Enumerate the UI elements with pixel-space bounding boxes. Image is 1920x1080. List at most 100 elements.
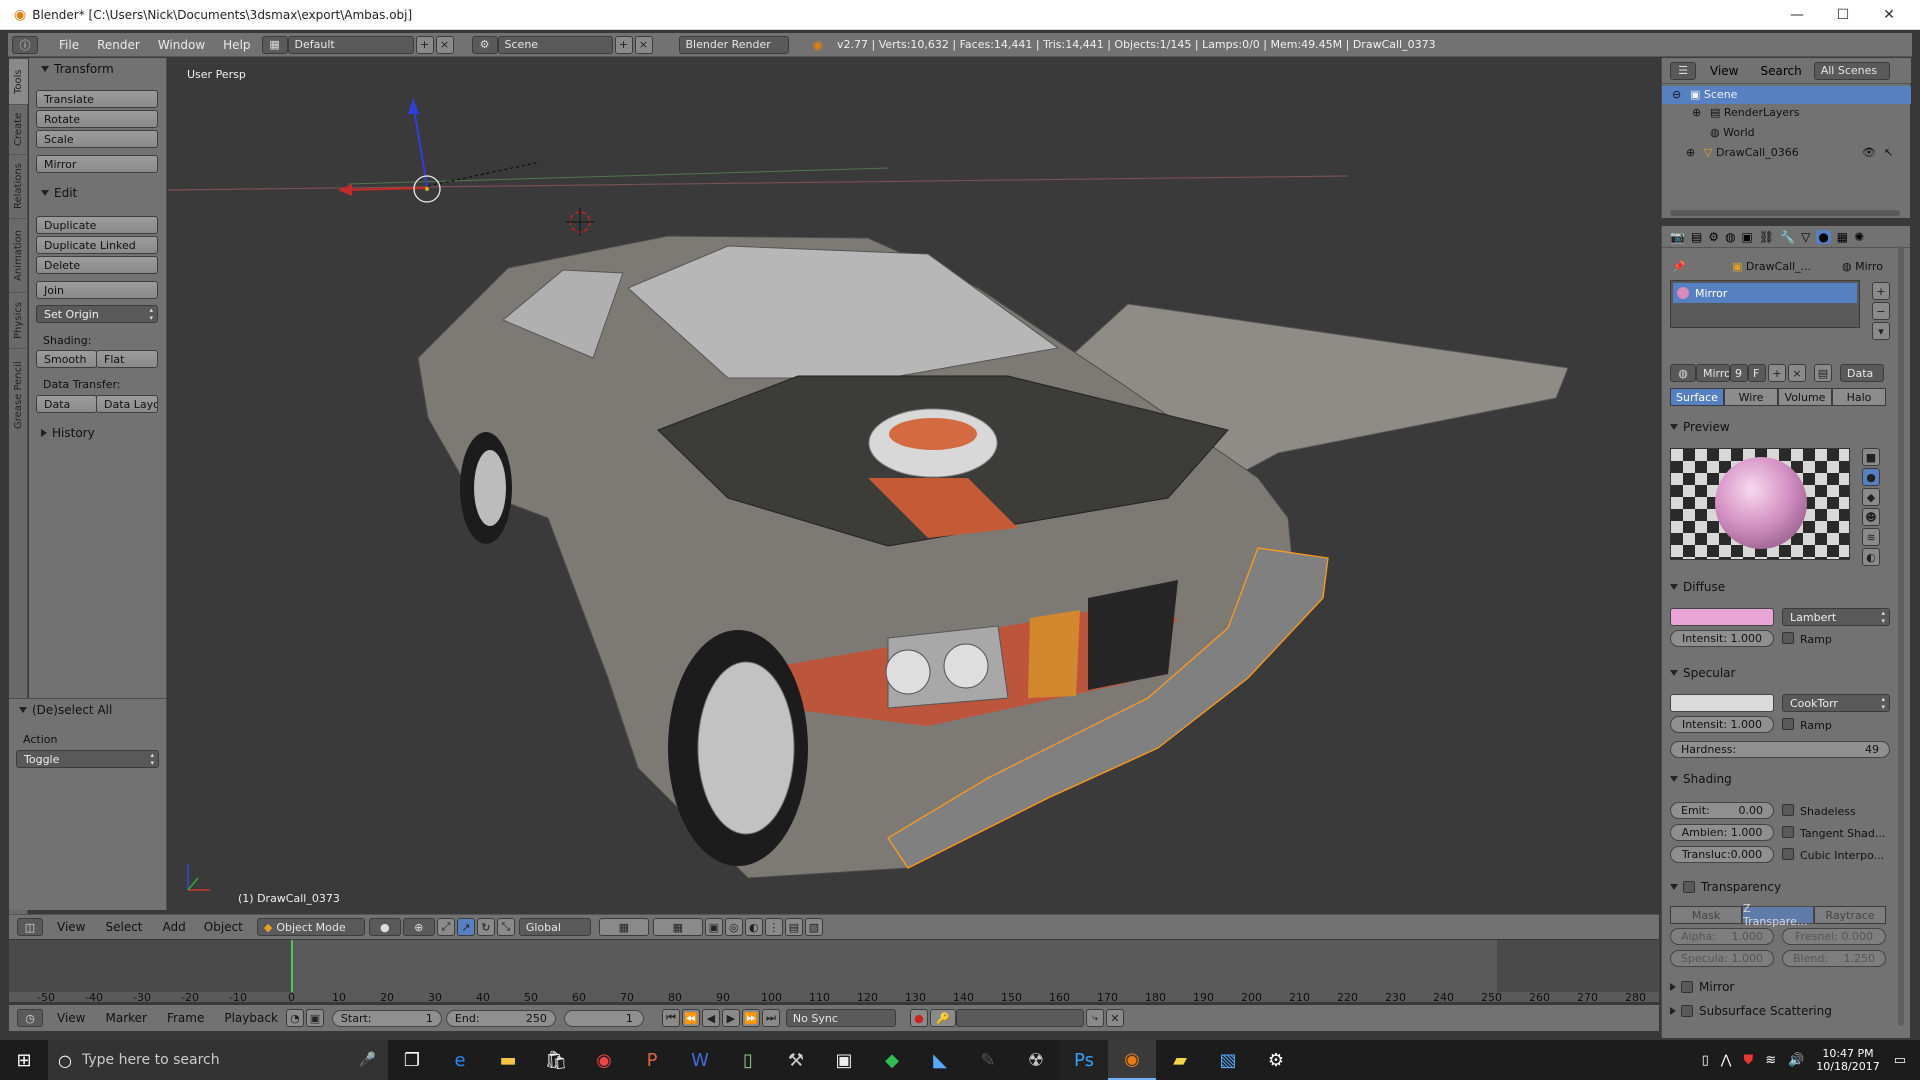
flat-button[interactable]: Flat — [96, 350, 158, 368]
wifi-icon[interactable]: ≋ — [1765, 1053, 1776, 1068]
transparency-panel-header[interactable]: Transparency — [1670, 880, 1781, 894]
settings-icon[interactable]: ⚙ — [1252, 1040, 1300, 1080]
render-tab-icon[interactable]: 📷 — [1670, 230, 1685, 244]
translucency-field[interactable]: Transluc:0.000 — [1670, 846, 1774, 863]
powerpoint-icon[interactable]: P — [628, 1040, 676, 1080]
gizmo-z[interactable] — [412, 102, 428, 187]
snap-element-icon[interactable]: ⋮ — [764, 918, 783, 936]
app-green-icon[interactable]: ◆ — [868, 1040, 916, 1080]
orientation-select[interactable]: Global — [518, 918, 591, 936]
play-reverse-icon[interactable]: ◀ — [701, 1009, 720, 1027]
tab-relations[interactable]: Relations — [9, 154, 28, 218]
rotate-button[interactable]: Rotate — [36, 110, 158, 128]
layers-tab-icon[interactable]: ▤ — [1691, 230, 1702, 244]
outliner-renderlayers[interactable]: ▤ RenderLayers — [1710, 106, 1799, 119]
layout-field[interactable]: Default — [287, 35, 414, 54]
app-3dsmax-icon[interactable]: ⚒ — [772, 1040, 820, 1080]
expand-drawcall-icon[interactable]: ⊕ — [1686, 146, 1695, 159]
edit-panel-header[interactable]: Edit — [41, 186, 77, 200]
task-view-icon[interactable]: ❐ — [388, 1040, 436, 1080]
shading-mode-icon[interactable]: ● — [368, 918, 401, 936]
jump-start-icon[interactable]: ⏮ — [661, 1009, 680, 1027]
tangent-shading-checkbox[interactable] — [1782, 826, 1794, 838]
lock-layers-icon[interactable]: ▣ — [704, 918, 723, 936]
blend-field[interactable]: Blend: 1.250 — [1782, 950, 1886, 967]
unlink-material-icon[interactable]: × — [1788, 364, 1806, 382]
trans-raytrace-button[interactable]: Raytrace — [1814, 906, 1886, 924]
material-tab-icon[interactable]: ● — [1816, 229, 1831, 244]
battery-icon[interactable]: ▯ — [1702, 1053, 1709, 1068]
preview-panel-header[interactable]: Preview — [1670, 420, 1730, 434]
trans-mask-button[interactable]: Mask — [1670, 906, 1742, 924]
properties-scrollbar[interactable] — [1898, 246, 1904, 1026]
sss-panel-header[interactable]: Subsurface Scattering — [1670, 1004, 1832, 1018]
sync-select[interactable]: No Sync — [785, 1009, 896, 1027]
chrome-icon[interactable]: ◉ — [580, 1040, 628, 1080]
camera-render-icon[interactable]: ▧ — [804, 918, 823, 936]
mic-icon[interactable]: 🎤 — [359, 1052, 376, 1068]
photoshop-icon[interactable]: Ps — [1060, 1040, 1108, 1080]
3d-view-editor-icon[interactable]: ◫ — [17, 918, 43, 936]
mirror-panel-header[interactable]: Mirror — [1670, 980, 1734, 994]
material-name-field[interactable]: Mirro — [1696, 364, 1730, 382]
render-preview-icon[interactable]: ▤ — [784, 918, 803, 936]
tab-physics[interactable]: Physics — [9, 292, 28, 348]
editor-type-icon[interactable]: ⓘ — [12, 35, 38, 54]
specular-panel-header[interactable]: Specular — [1670, 666, 1735, 680]
duplicate-button[interactable]: Duplicate — [36, 216, 158, 234]
manipulator-icon[interactable]: ⤢ — [436, 918, 455, 936]
diffuse-panel-header[interactable]: Diffuse — [1670, 580, 1725, 594]
node-icon[interactable]: ▤ — [1814, 364, 1832, 382]
tab-animation[interactable]: Animation — [9, 218, 28, 292]
app-image-icon[interactable]: ▧ — [1204, 1040, 1252, 1080]
current-frame-field[interactable]: 1 — [563, 1009, 644, 1027]
history-panel-header[interactable]: History — [41, 426, 95, 440]
smooth-button[interactable]: Smooth — [36, 350, 97, 368]
record-icon[interactable]: ● — [909, 1009, 928, 1027]
mirror-button[interactable]: Mirror — [36, 155, 158, 173]
menu-render[interactable]: Render — [88, 38, 149, 52]
preview-hair-icon[interactable]: ≋ — [1862, 528, 1880, 546]
word-icon[interactable]: W — [676, 1040, 724, 1080]
start-frame-field[interactable]: Start: 1 — [331, 1009, 442, 1027]
specular-transparency-field[interactable]: Specula: 1.000 — [1670, 950, 1774, 967]
app-notepad-icon[interactable]: ▯ — [724, 1040, 772, 1080]
layers-a-icon[interactable]: ▦ — [598, 918, 649, 936]
car-model[interactable] — [417, 235, 1569, 879]
end-frame-field[interactable]: End: 250 — [445, 1009, 556, 1027]
start-icon[interactable]: ⊞ — [0, 1040, 48, 1080]
render-engine-select[interactable]: Blender Render — [678, 35, 789, 54]
data-tab-icon[interactable]: ▽ — [1801, 230, 1810, 244]
specular-intensity-field[interactable]: Intensit: 1.000 — [1670, 716, 1774, 733]
app-blue-icon[interactable]: ◣ — [916, 1040, 964, 1080]
cursor-icon[interactable]: ↖ — [1884, 146, 1893, 159]
preview-sphere-icon[interactable]: ● — [1862, 468, 1880, 486]
preview-range-icon[interactable]: ◔ — [285, 1009, 304, 1027]
app-black-icon[interactable]: ▣ — [820, 1040, 868, 1080]
delete-key-icon[interactable]: ✕ — [1105, 1009, 1124, 1027]
outliner-scrollbar[interactable] — [1670, 210, 1900, 216]
object-tab-icon[interactable]: ▣ — [1742, 230, 1753, 244]
set-origin-select[interactable]: Set Origin — [36, 305, 158, 323]
menu-file[interactable]: File — [50, 38, 88, 52]
preview-sky-icon[interactable]: ◐ — [1862, 548, 1880, 566]
lock-frame-icon[interactable]: ▣ — [305, 1009, 324, 1027]
hardness-field[interactable]: Hardness: 49 — [1670, 741, 1890, 758]
slot-menu-icon[interactable]: ▾ — [1872, 322, 1890, 340]
app-dark-icon[interactable]: ✎ — [964, 1040, 1012, 1080]
blender-taskbar-icon[interactable]: ◉ — [1108, 1040, 1156, 1080]
new-material-icon[interactable]: + — [1768, 364, 1786, 382]
mode-select[interactable]: ◆ Object Mode — [256, 918, 365, 936]
timeline-editor-icon[interactable]: ◷ — [17, 1009, 43, 1027]
file-explorer-icon[interactable]: ▬ — [484, 1040, 532, 1080]
clock[interactable]: 10:47 PM 10/18/2017 — [1816, 1047, 1879, 1073]
rotate-manip-icon[interactable]: ↻ — [476, 918, 495, 936]
constraints-tab-icon[interactable]: ⛓ — [1759, 230, 1774, 244]
browse-material-icon[interactable]: ◍ — [1670, 364, 1696, 382]
menu-add[interactable]: Add — [163, 920, 186, 934]
next-key-icon[interactable]: ⏩ — [741, 1009, 760, 1027]
particles-tab-icon[interactable]: ✺ — [1854, 230, 1864, 244]
diffuse-shader-select[interactable]: Lambert — [1782, 608, 1890, 626]
shading-panel-header[interactable]: Shading — [1670, 772, 1732, 786]
transform-panel-header[interactable]: Transform — [41, 62, 114, 76]
